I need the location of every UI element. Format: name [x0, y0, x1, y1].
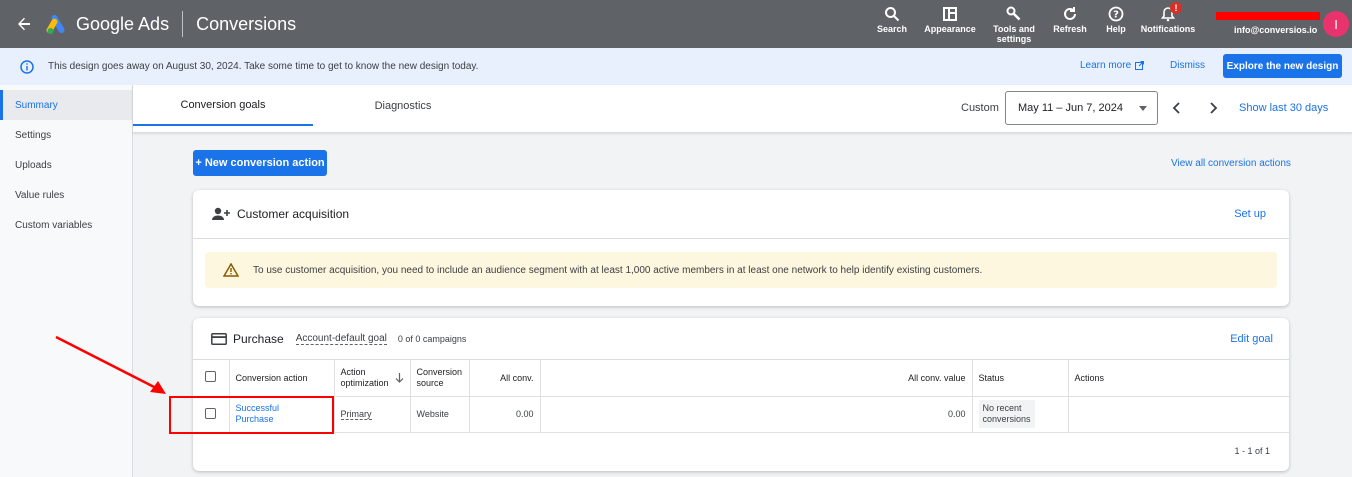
- campaigns-count: 0 of 0 campaigns: [397, 333, 467, 344]
- purchase-title: Purchase: [233, 331, 284, 346]
- tab-conversion-goals[interactable]: Conversion goals: [133, 85, 313, 126]
- show-last-30-days-link[interactable]: Show last 30 days: [1239, 102, 1328, 114]
- column-actions: Actions: [1068, 360, 1289, 397]
- column-optimization-line1: Action: [340, 366, 366, 377]
- credit-card-icon: [211, 332, 227, 345]
- avatar[interactable]: I: [1323, 11, 1349, 37]
- column-status[interactable]: Status: [972, 360, 1069, 397]
- date-range-value: May 11 – Jun 7, 2024: [1018, 102, 1123, 114]
- dismiss-link[interactable]: Dismiss: [1170, 60, 1205, 71]
- warning-icon: [223, 263, 239, 277]
- date-range-type: Custom: [961, 102, 999, 114]
- tabs-bar: Conversion goals Diagnostics Custom May …: [133, 85, 1352, 133]
- status-badge: No recent conversions: [978, 400, 1035, 428]
- account-default-goal[interactable]: Account-default goal: [295, 333, 387, 345]
- brand-name: Google Ads: [76, 13, 170, 34]
- appearance-tool-label: Appearance: [924, 24, 976, 34]
- svg-text:?: ?: [1113, 10, 1119, 21]
- learn-more-label: Learn more: [1080, 60, 1132, 71]
- view-all-conversion-actions-link[interactable]: View all conversion actions: [1171, 158, 1291, 169]
- customer-acquisition-card: Customer acquisition Set up To use custo…: [193, 190, 1289, 306]
- arrow-down-icon: [395, 372, 403, 383]
- column-source-line1: Conversion: [416, 366, 463, 377]
- page-title: Conversions: [196, 13, 297, 34]
- conversion-actions-table: Conversion action Action optimization Co…: [193, 360, 1289, 433]
- customer-acquisition-title: Customer acquisition: [237, 207, 350, 221]
- column-all-conv-value[interactable]: All conv. value: [540, 360, 973, 397]
- tools-and-settings-label: Tools and settings: [993, 24, 1035, 44]
- sidebar-item-settings[interactable]: Settings: [0, 120, 132, 150]
- all-conv-cell: 0.00: [469, 396, 541, 433]
- google-ads-logo-icon[interactable]: [46, 13, 68, 35]
- help-tool-label: Help: [1106, 24, 1126, 34]
- search-tool[interactable]: Search: [862, 4, 922, 34]
- wrench-icon: [1006, 4, 1022, 24]
- card-header: Purchase Account-default goal 0 of 0 cam…: [193, 318, 1289, 360]
- learn-more-link[interactable]: Learn more: [1080, 60, 1145, 71]
- search-tool-label: Search: [876, 24, 908, 34]
- refresh-icon: [1062, 4, 1078, 24]
- appearance-tool[interactable]: Appearance: [920, 4, 980, 34]
- notifications-tool[interactable]: ! Notifications: [1138, 2, 1198, 34]
- top-bar: Google Ads Conversions Search Appearance…: [0, 0, 1352, 48]
- tools-and-settings[interactable]: Tools and settings: [984, 4, 1044, 44]
- back-arrow-icon[interactable]: [16, 16, 32, 32]
- sidebar-item-custom-variables[interactable]: Custom variables: [0, 210, 132, 240]
- actions-cell: [1068, 396, 1289, 433]
- sidebar-item-value-rules[interactable]: Value rules: [0, 180, 132, 210]
- pagination-text: 1 - 1 of 1: [1234, 446, 1270, 456]
- set-up-link[interactable]: Set up: [1234, 208, 1266, 220]
- optimization-value[interactable]: Primary: [340, 409, 372, 420]
- source-cell: Website: [410, 396, 470, 433]
- chevron-left-icon[interactable]: [1170, 101, 1184, 115]
- table-row: Successful Purchase Primary Website 0.00…: [193, 396, 1289, 433]
- table-header-row: Conversion action Action optimization Co…: [193, 360, 1289, 397]
- new-conversion-action-button[interactable]: + New conversion action: [193, 150, 327, 176]
- refresh-tool-label: Refresh: [1053, 24, 1087, 34]
- select-all-cell: [193, 360, 230, 397]
- person-add-icon: [212, 207, 230, 220]
- column-conversion-action[interactable]: Conversion action: [229, 360, 335, 397]
- notification-badge: !: [1170, 2, 1182, 14]
- sidebar: Summary Settings Uploads Value rules Cus…: [0, 85, 133, 477]
- tab-diagnostics[interactable]: Diagnostics: [313, 85, 493, 126]
- external-link-icon: [1135, 61, 1145, 70]
- sidebar-item-uploads[interactable]: Uploads: [0, 150, 132, 180]
- purchase-goal-card: Purchase Account-default goal 0 of 0 cam…: [193, 318, 1289, 471]
- status-line2: conversions: [982, 414, 1031, 424]
- search-icon: [884, 4, 900, 24]
- account-email[interactable]: info@conversios.io: [1234, 25, 1317, 35]
- all-conv-value-cell: 0.00: [540, 396, 973, 433]
- column-source-line2: source: [416, 377, 444, 388]
- design-notice-banner: This design goes away on August 30, 2024…: [0, 48, 1352, 85]
- column-optimization-line2: optimization: [340, 377, 389, 388]
- status-line1: No recent: [982, 403, 1022, 413]
- column-action-optimization[interactable]: Action optimization: [334, 360, 411, 397]
- card-header: Customer acquisition: [193, 190, 1289, 239]
- divider: [182, 11, 184, 37]
- column-all-conv[interactable]: All conv.: [469, 360, 541, 397]
- date-range-select[interactable]: May 11 – Jun 7, 2024: [1005, 91, 1158, 125]
- explore-new-design-button[interactable]: Explore the new design: [1223, 54, 1342, 78]
- banner-text: This design goes away on August 30, 2024…: [48, 61, 479, 72]
- info-icon: [20, 59, 34, 74]
- optimization-cell: Primary: [334, 396, 411, 433]
- caret-down-icon: [1139, 106, 1147, 111]
- appearance-icon: [942, 4, 958, 24]
- notifications-tool-label: Notifications: [1140, 24, 1196, 34]
- chevron-right-icon[interactable]: [1206, 101, 1220, 115]
- help-tool[interactable]: ? Help: [1086, 4, 1146, 34]
- edit-goal-link[interactable]: Edit goal: [1230, 333, 1273, 345]
- acquisition-warning: To use customer acquisition, you need to…: [205, 252, 1277, 288]
- sidebar-item-summary[interactable]: Summary: [0, 90, 132, 120]
- annotation-highlight-box: [169, 396, 334, 434]
- redaction-mark: [1216, 12, 1320, 20]
- help-icon: ?: [1108, 4, 1124, 24]
- column-conversion-source[interactable]: Conversion source: [410, 360, 470, 397]
- warning-text: To use customer acquisition, you need to…: [253, 264, 983, 276]
- status-cell: No recent conversions: [972, 396, 1069, 433]
- select-all-checkbox[interactable]: [205, 371, 217, 383]
